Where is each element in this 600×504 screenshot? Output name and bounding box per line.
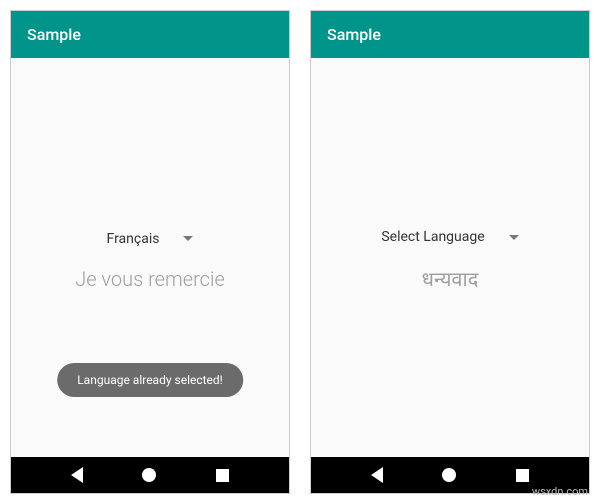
recent-icon[interactable]	[216, 469, 229, 482]
home-icon[interactable]	[442, 468, 456, 482]
app-bar: Sample	[11, 11, 289, 58]
device-left: Sample Français Je vous remercie Languag…	[10, 10, 290, 494]
watermark: wsxdn.com	[532, 485, 588, 498]
content-area: Français Je vous remercie Language alrea…	[11, 58, 289, 457]
recent-icon[interactable]	[516, 469, 529, 482]
back-icon[interactable]	[71, 467, 83, 483]
thank-you-text: धन्यवाद	[422, 265, 479, 292]
device-right: Sample Select Language धन्यवाद	[310, 10, 590, 494]
toast-message: Language already selected!	[57, 363, 243, 397]
back-icon[interactable]	[371, 467, 383, 483]
app-title: Sample	[327, 25, 381, 44]
spinner-selected-label: Français	[107, 231, 160, 247]
chevron-down-icon	[509, 235, 519, 240]
home-icon[interactable]	[142, 468, 156, 482]
spinner-selected-label: Select Language	[381, 229, 484, 245]
language-spinner[interactable]: Français	[99, 225, 202, 253]
language-spinner[interactable]: Select Language	[373, 223, 526, 251]
navigation-bar	[11, 457, 289, 493]
app-bar: Sample	[311, 11, 589, 58]
thank-you-text: Je vous remercie	[75, 267, 225, 291]
app-title: Sample	[27, 25, 81, 44]
content-area: Select Language धन्यवाद	[311, 58, 589, 457]
chevron-down-icon	[183, 236, 193, 241]
